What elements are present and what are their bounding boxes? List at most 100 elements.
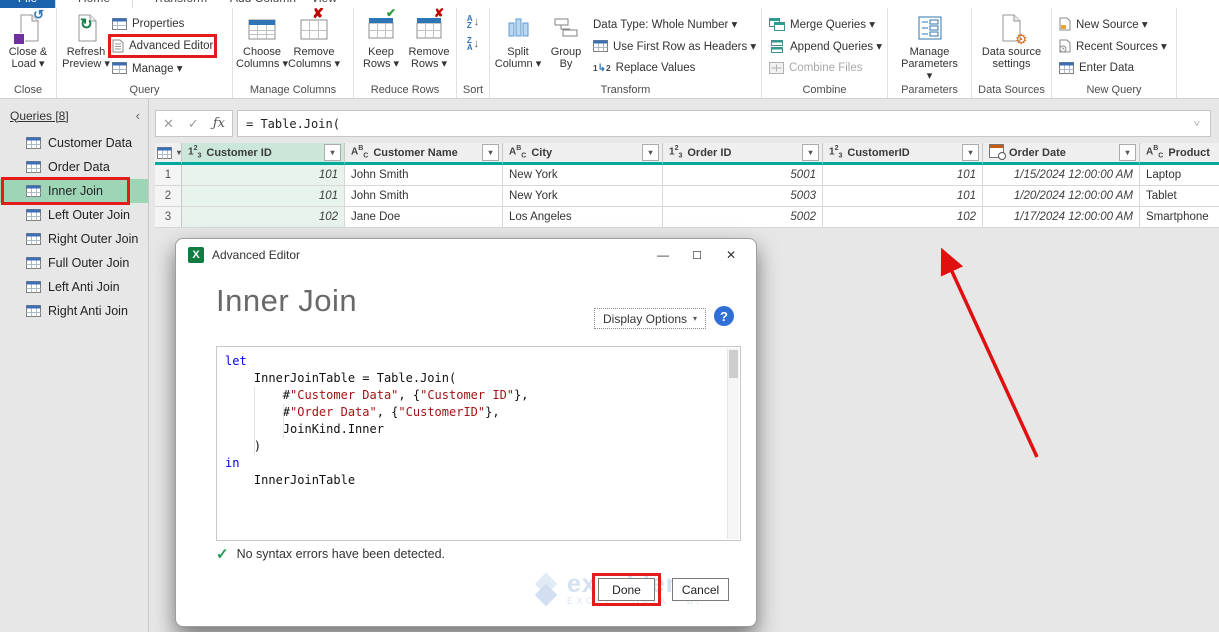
sort-ascending-button[interactable]: A Z ↓ [467,15,479,30]
filter-dropdown-icon[interactable]: ▾ [482,144,499,161]
column-header-customerid[interactable]: 123 CustomerID ▾ [823,143,983,165]
enter-data-button[interactable]: Enter Data [1059,60,1167,76]
cancel-formula-icon[interactable]: ✕ [163,116,174,132]
data-source-settings-button[interactable]: ⚙ Data source settings [981,11,1043,70]
recent-sources-button[interactable]: Recent Sources ▾ [1059,38,1167,54]
tab-file[interactable]: File [0,0,55,8]
expand-formula-bar-icon[interactable]: ˅ [1194,117,1200,130]
remove-columns-button[interactable]: ✘ Remove Columns ▾ [288,6,340,70]
sidebar-item-left-outer-join[interactable]: Left Outer Join [0,203,148,227]
scrollbar-thumb[interactable] [729,350,738,378]
column-header-customer-id[interactable]: 123 Customer ID ▾ [182,143,345,165]
sidebar-item-order-data[interactable]: Order Data [0,155,148,179]
cell[interactable]: 1/15/2024 12:00:00 AM [983,165,1140,186]
sidebar-item-customer-data[interactable]: Customer Data [0,131,148,155]
split-column-button[interactable]: Split Column ▾ [493,11,543,76]
tab-transform[interactable]: Transform [140,0,220,8]
collapse-pane-icon[interactable]: ‹ [136,108,140,123]
tab-home[interactable]: Home [55,0,133,8]
properties-button[interactable]: Properties [112,16,213,32]
data-type-button[interactable]: Data Type: Whole Number ▾ [593,16,756,32]
cell[interactable]: New York [503,165,663,186]
tab-view[interactable]: View [303,0,345,8]
tab-add-column[interactable]: Add Column [220,0,306,8]
filter-dropdown-icon[interactable]: ▾ [324,144,341,161]
commit-formula-icon[interactable]: ✓ [188,116,199,132]
code-editor[interactable]: let InnerJoinTable = Table.Join( #"Custo… [216,346,741,541]
cell[interactable]: John Smith [345,165,503,186]
sort-descending-button[interactable]: Z A ↓ [467,37,479,52]
cell[interactable]: 101 [823,165,983,186]
refresh-preview-button[interactable]: ↻ Refresh Preview ▾ [60,11,112,76]
sidebar-item-left-anti-join[interactable]: Left Anti Join [0,275,148,299]
column-header-customer-name[interactable]: ABC Customer Name ▾ [345,143,503,165]
cell[interactable]: 1/20/2024 12:00:00 AM [983,186,1140,207]
choose-columns-icon [248,13,276,43]
done-button[interactable]: Done [598,578,655,601]
cell[interactable]: Jane Doe [345,207,503,228]
cell[interactable]: Smartphone [1140,207,1219,228]
append-queries-button[interactable]: Append Queries ▾ [769,38,882,54]
remove-rows-button[interactable]: ✘ Remove Rows ▾ [405,7,453,70]
cell[interactable]: 1/17/2024 12:00:00 AM [983,207,1140,228]
group-label-new-query: New Query [1086,84,1142,96]
sidebar-item-full-outer-join[interactable]: Full Outer Join [0,251,148,275]
column-header-order-date[interactable]: Order Date ▾ [983,143,1140,165]
maximize-icon[interactable]: ☐ [680,240,714,270]
close-load-icon: ↺ [13,8,44,45]
sidebar-item-inner-join[interactable]: Inner Join [0,177,148,205]
cell[interactable]: Los Angeles [503,207,663,228]
sidebar-item-right-anti-join[interactable]: Right Anti Join [0,299,148,323]
filter-dropdown-icon[interactable]: ▾ [1119,144,1136,161]
sidebar-item-right-outer-join[interactable]: Right Outer Join [0,227,148,251]
close-icon[interactable]: ✕ [714,240,748,270]
cell[interactable]: 5003 [663,186,823,207]
manage-button[interactable]: Manage ▾ [112,60,213,76]
group-by-button[interactable]: Group By [543,11,589,76]
done-button-annotation: Done [592,573,661,606]
formula-input[interactable]: = Table.Join( ˅ [237,110,1211,137]
merge-queries-label: Merge Queries ▾ [790,19,876,31]
replace-values-button[interactable]: 1 ↳ 2 Replace Values [593,60,756,76]
minimize-icon[interactable]: — [646,240,680,270]
cell[interactable]: Tablet [1140,186,1219,207]
advanced-editor-button[interactable]: Advanced Editor [107,34,218,58]
cell[interactable]: 101 [182,186,345,207]
cell[interactable]: 102 [823,207,983,228]
enter-data-label: Enter Data [1079,62,1134,74]
keep-rows-button[interactable]: ✔ Keep Rows ▾ [357,7,405,70]
display-options-dropdown[interactable]: Display Options ▾ [594,308,707,329]
code-scrollbar[interactable] [727,348,739,539]
select-all-corner[interactable]: ▾ [155,143,182,165]
choose-columns-button[interactable]: Choose Columns ▾ [236,11,288,70]
row-number[interactable]: 3 [155,207,182,228]
text-type-icon: ABC [509,145,527,160]
filter-dropdown-icon[interactable]: ▾ [802,144,819,161]
combine-files-button[interactable]: Combine Files [769,60,882,76]
cell[interactable]: 5001 [663,165,823,186]
ribbon-group-sort: A Z ↓ Z A ↓ Sort [457,8,490,98]
help-icon[interactable]: ? [714,306,734,326]
new-source-button[interactable]: New Source ▾ [1059,16,1167,32]
close-and-load-button[interactable]: ↺ Close & Load ▾ [3,8,53,70]
cell[interactable]: Laptop [1140,165,1219,186]
cell[interactable]: New York [503,186,663,207]
keep-rows-icon: ✔ [368,7,396,43]
cell[interactable]: 101 [182,165,345,186]
use-first-row-as-headers-button[interactable]: Use First Row as Headers ▾ [593,38,756,54]
column-header-order-id[interactable]: 123 Order ID ▾ [663,143,823,165]
filter-dropdown-icon[interactable]: ▾ [962,144,979,161]
cell[interactable]: John Smith [345,186,503,207]
column-header-city[interactable]: ABC City ▾ [503,143,663,165]
filter-dropdown-icon[interactable]: ▾ [642,144,659,161]
cell[interactable]: 102 [182,207,345,228]
cell[interactable]: 5002 [663,207,823,228]
merge-queries-button[interactable]: Merge Queries ▾ [769,16,882,32]
cell[interactable]: 101 [823,186,983,207]
row-number[interactable]: 1 [155,165,182,186]
column-header-product[interactable]: ABCProduct▾ [1140,143,1219,165]
manage-parameters-button[interactable]: Manage Parameters ▾ [899,11,961,82]
cancel-button[interactable]: Cancel [672,578,729,601]
row-number[interactable]: 2 [155,186,182,207]
grid-header-row: ▾ 123 Customer ID ▾ ABC Customer Name ▾ ABC City… [155,143,1219,165]
